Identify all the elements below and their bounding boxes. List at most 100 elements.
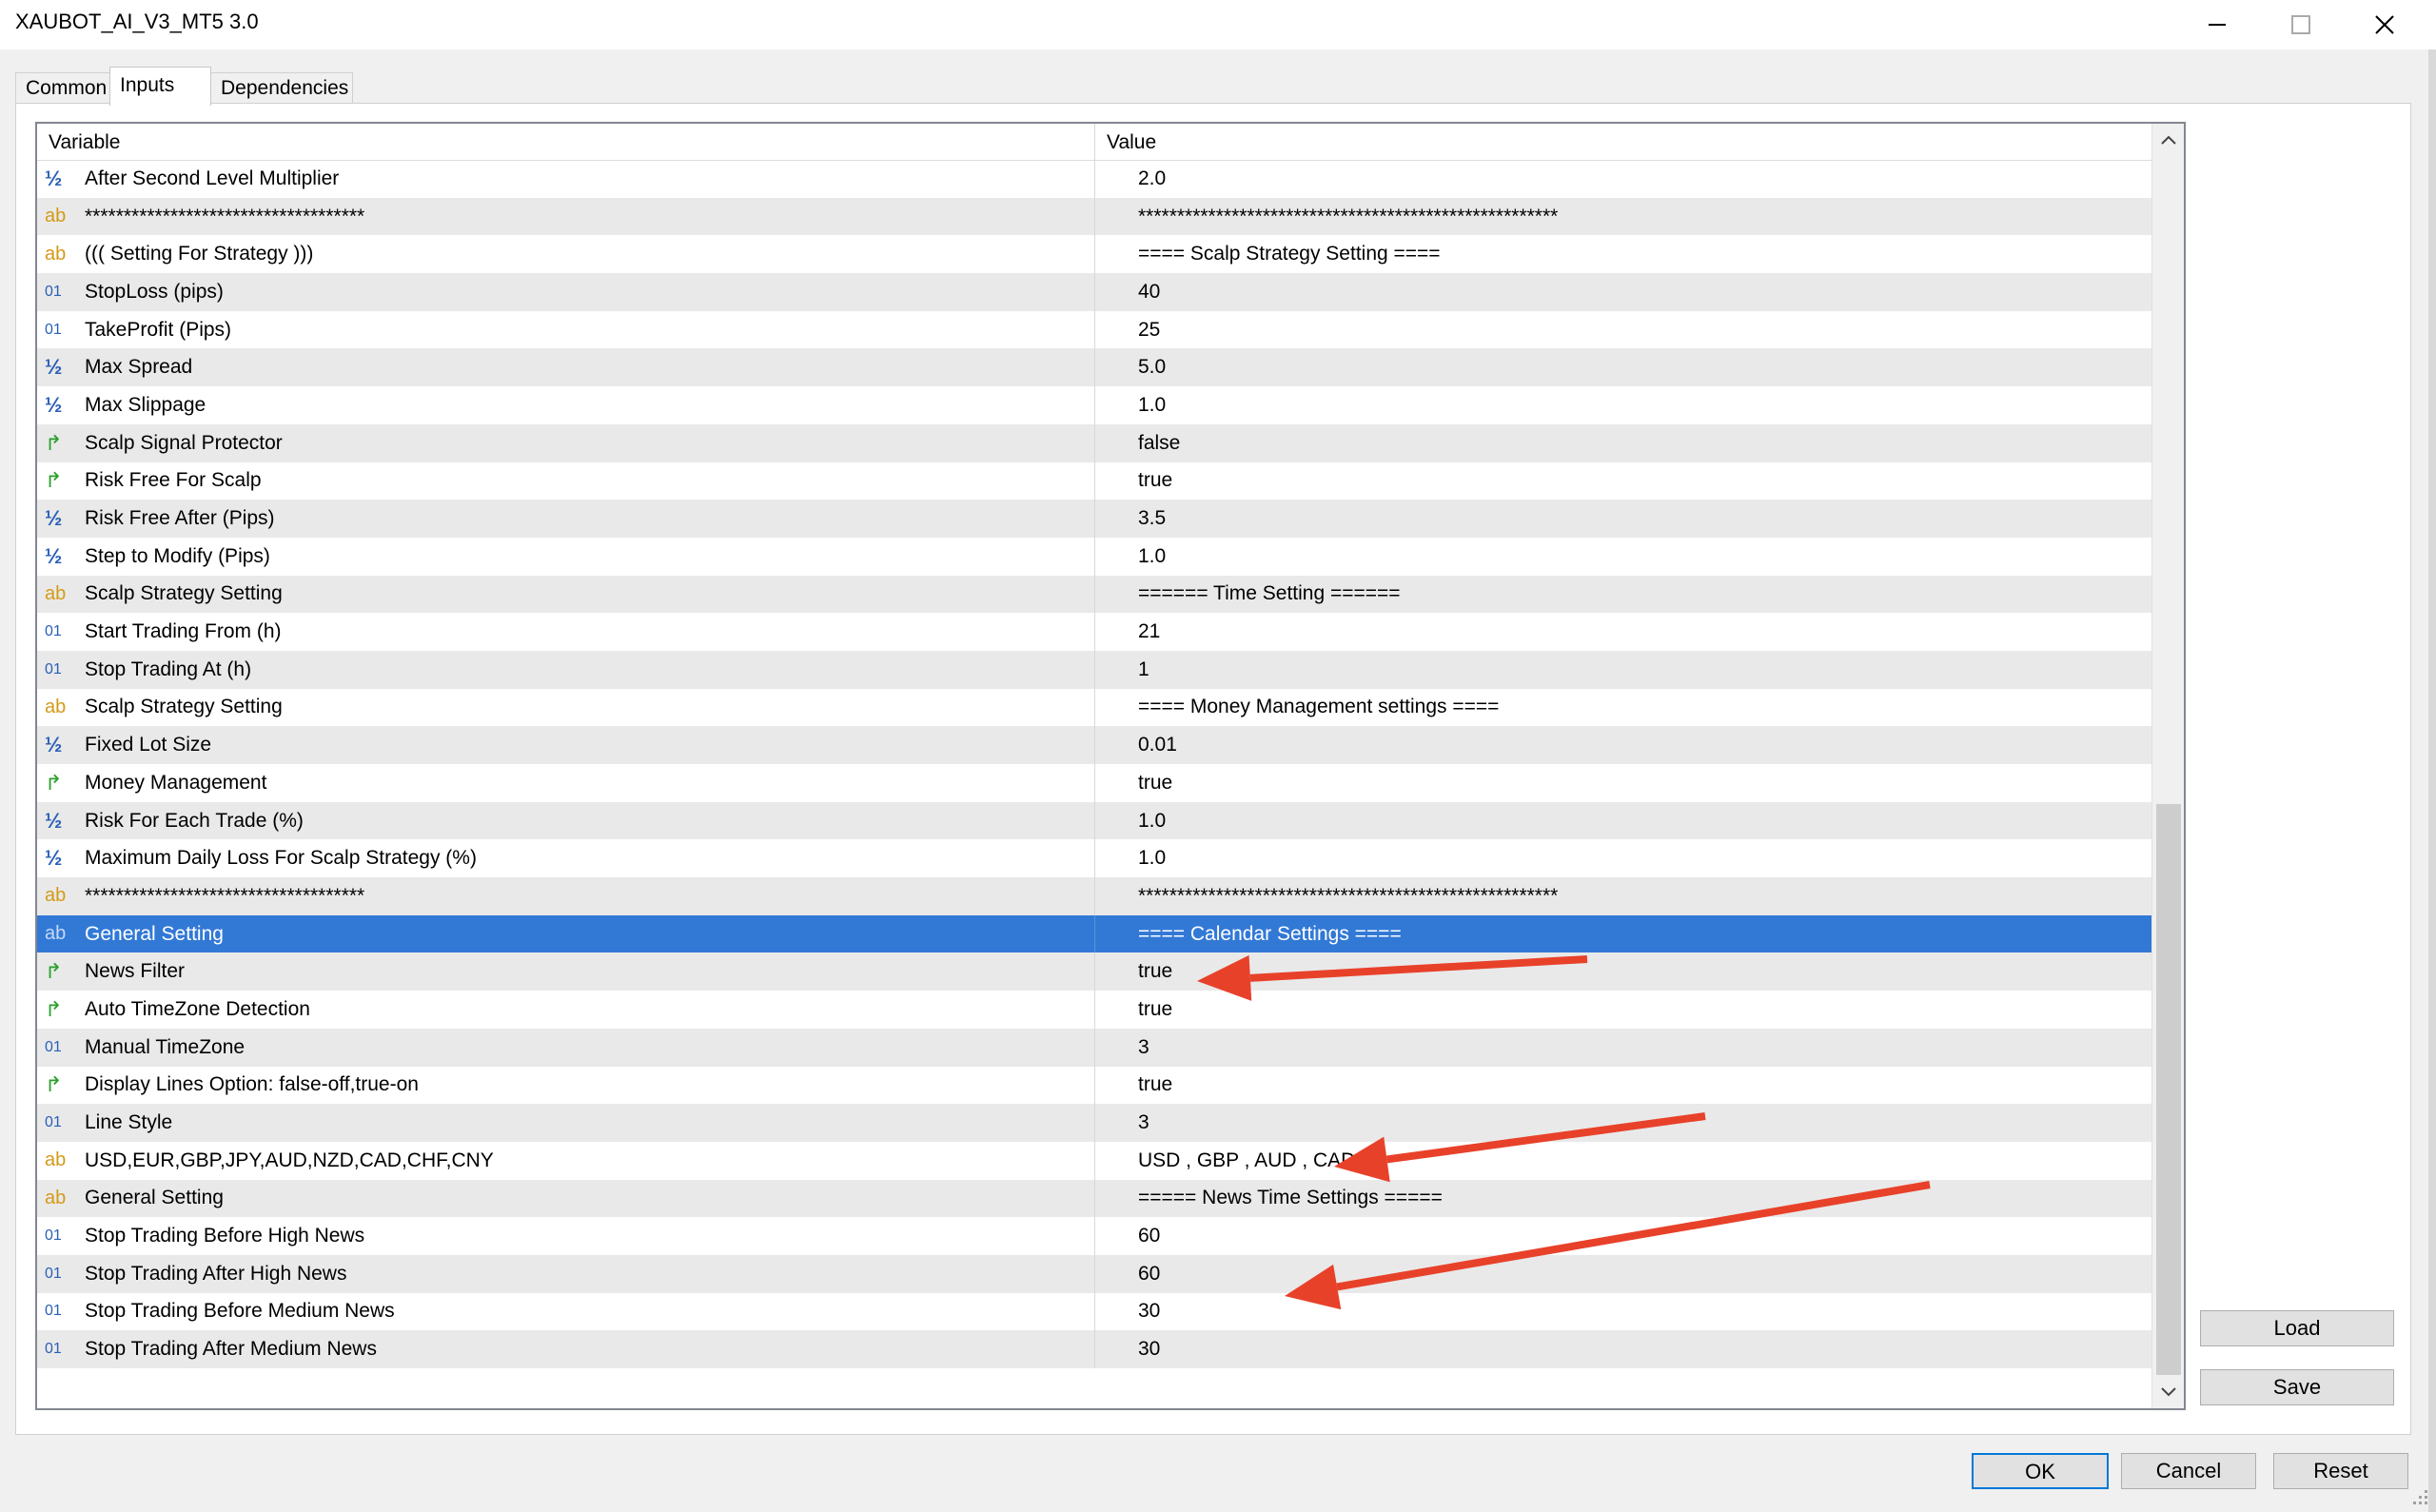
table-row[interactable]: 01 TakeProfit (Pips) 25 (37, 310, 2151, 349)
close-button[interactable] (2343, 0, 2426, 49)
table-row[interactable]: ab USD,EUR,GBP,JPY,AUD,NZD,CAD,CHF,CNY USD… (37, 1141, 2151, 1180)
string-type-icon: ab (45, 1187, 67, 1208)
value-cell[interactable]: 1.0 (1094, 386, 2151, 424)
value-cell[interactable]: ===== News Time Settings ===== (1094, 1179, 2151, 1218)
value-cell[interactable]: 2.0 (1094, 160, 2151, 198)
table-row[interactable]: 01 Line Style 3 (37, 1104, 2151, 1142)
value-cell[interactable]: ==== Money Management settings ==== (1094, 688, 2151, 727)
value-cell[interactable]: ==== Scalp Strategy Setting ==== (1094, 235, 2151, 274)
value-cell[interactable]: 30 (1094, 1292, 2151, 1331)
tab-dependencies[interactable]: Dependencies (210, 72, 353, 105)
close-icon (2375, 15, 2394, 34)
boolean-type-icon: ↱ (45, 959, 63, 984)
table-row[interactable]: ab ************************************ **… (37, 197, 2151, 236)
table-row[interactable]: ½ After Second Level Multiplier 2.0 (37, 160, 2151, 198)
table-row[interactable]: ↱ Display Lines Option: false-off,true-on… (37, 1066, 2151, 1105)
integer-type-icon: 01 (45, 321, 62, 338)
maximize-button[interactable] (2259, 0, 2343, 49)
table-row[interactable]: ½ Max Slippage 1.0 (37, 386, 2151, 424)
table-row[interactable]: 01 Stop Trading After High News 60 (37, 1254, 2151, 1293)
minimize-button[interactable] (2175, 0, 2259, 49)
value-cell[interactable]: USD , GBP , AUD , CAD (1094, 1141, 2151, 1180)
value-cell[interactable]: 1.0 (1094, 839, 2151, 878)
table-row[interactable]: ½ Risk Free After (Pips) 3.5 (37, 500, 2151, 538)
variable-cell: ½ Fixed Lot Size (37, 726, 1094, 764)
table-row[interactable]: 01 StopLoss (pips) 40 (37, 273, 2151, 311)
integer-type-icon: 01 (45, 660, 62, 677)
table-row[interactable]: 01 Stop Trading Before High News 60 (37, 1217, 2151, 1255)
chevron-down-icon (2161, 1387, 2176, 1397)
scroll-down-button[interactable] (2152, 1376, 2184, 1408)
value-cell[interactable]: 5.0 (1094, 348, 2151, 387)
table-row[interactable]: 01 Manual TimeZone 3 (37, 1028, 2151, 1067)
value-cell[interactable]: 3 (1094, 1104, 2151, 1142)
table-row[interactable]: ab General Setting ===== News Time Setting… (37, 1179, 2151, 1218)
ok-button[interactable]: OK (1972, 1453, 2109, 1489)
table-row[interactable]: ↱ Auto TimeZone Detection true (37, 991, 2151, 1029)
table-row[interactable]: ab ************************************ **… (37, 877, 2151, 915)
reset-button[interactable]: Reset (2273, 1453, 2408, 1489)
value-cell[interactable]: false (1094, 423, 2151, 462)
table-row[interactable]: ½ Step to Modify (Pips) 1.0 (37, 537, 2151, 576)
variable-name: After Second Level Multiplier (85, 167, 340, 189)
table-row[interactable]: ab ((( Setting For Strategy ))) ==== Scalp… (37, 235, 2151, 274)
value-cell[interactable]: 21 (1094, 613, 2151, 651)
value-cell[interactable]: true (1094, 461, 2151, 501)
column-header-value[interactable]: Value (1094, 124, 2151, 160)
value-cell[interactable]: 40 (1094, 273, 2151, 311)
table-row[interactable]: ½ Fixed Lot Size 0.01 (37, 726, 2151, 764)
value-cell[interactable]: 0.01 (1094, 726, 2151, 764)
value-cell[interactable]: 1.0 (1094, 801, 2151, 840)
value-cell[interactable]: 1 (1094, 650, 2151, 689)
value-cell[interactable]: true (1094, 1066, 2151, 1105)
value-cell[interactable]: true (1094, 991, 2151, 1029)
table-row[interactable]: 01 Stop Trading Before Medium News 30 (37, 1292, 2151, 1331)
value-cell[interactable]: 3 (1094, 1028, 2151, 1067)
table-row[interactable]: ↱ Risk Free For Scalp true (37, 461, 2151, 501)
string-type-icon: ab (45, 243, 67, 265)
value-cell[interactable]: ****************************************… (1094, 197, 2151, 236)
variable-name: Scalp Signal Protector (85, 431, 283, 454)
value-cell[interactable]: 1.0 (1094, 537, 2151, 576)
value-cell[interactable]: 3.5 (1094, 500, 2151, 538)
load-button[interactable]: Load (2200, 1310, 2394, 1346)
save-button[interactable]: Save (2200, 1369, 2394, 1405)
value-cell[interactable]: 60 (1094, 1217, 2151, 1255)
table-row[interactable]: ab Scalp Strategy Setting ==== Money Manag… (37, 688, 2151, 727)
boolean-type-icon: ↱ (45, 996, 63, 1021)
variable-cell: ab ************************************ (37, 877, 1094, 915)
scrollbar-thumb[interactable] (2156, 804, 2181, 1375)
value-cell[interactable]: 25 (1094, 310, 2151, 349)
value-cell[interactable]: ====== Time Setting ====== (1094, 575, 2151, 614)
tab-inputs[interactable]: Inputs (109, 67, 211, 106)
tab-common[interactable]: Common (15, 72, 110, 105)
cancel-button[interactable]: Cancel (2121, 1453, 2256, 1489)
resize-grip-icon[interactable] (2409, 1486, 2430, 1507)
table-body: ½ After Second Level Multiplier 2.0 ab *****… (37, 160, 2151, 1368)
table-row[interactable]: ↱ Scalp Signal Protector false (37, 423, 2151, 462)
variable-name: Risk Free For Scalp (85, 469, 262, 492)
table-row[interactable]: 01 Stop Trading At (h) 1 (37, 650, 2151, 689)
variable-name: Risk Free After (Pips) (85, 507, 275, 530)
value-cell[interactable]: 60 (1094, 1254, 2151, 1293)
value-cell[interactable]: true (1094, 952, 2151, 992)
table-row[interactable]: ab General Setting ==== Calendar Settings … (37, 914, 2151, 953)
value-cell[interactable]: ==== Calendar Settings ==== (1094, 914, 2151, 953)
table-row[interactable]: ab Scalp Strategy Setting ====== Time Sett… (37, 575, 2151, 614)
table-row[interactable]: ↱ News Filter true (37, 952, 2151, 992)
table-row[interactable]: ½ Risk For Each Trade (%) 1.0 (37, 801, 2151, 840)
scroll-up-button[interactable] (2152, 124, 2184, 156)
table-row[interactable]: ½ Max Spread 5.0 (37, 348, 2151, 387)
variable-name: Stop Trading After High News (85, 1262, 347, 1285)
table-row[interactable]: 01 Stop Trading After Medium News 30 (37, 1330, 2151, 1368)
table-row[interactable]: ↱ Money Management true (37, 764, 2151, 802)
column-header-variable[interactable]: Variable (37, 124, 1094, 160)
variable-name: Money Management (85, 771, 267, 794)
value-cell[interactable]: ****************************************… (1094, 877, 2151, 915)
vertical-scrollbar[interactable] (2151, 124, 2184, 1408)
variable-name: Risk For Each Trade (%) (85, 809, 304, 832)
table-row[interactable]: ½ Maximum Daily Loss For Scalp Strategy (… (37, 839, 2151, 878)
value-cell[interactable]: 30 (1094, 1330, 2151, 1368)
table-row[interactable]: 01 Start Trading From (h) 21 (37, 613, 2151, 651)
value-cell[interactable]: true (1094, 764, 2151, 802)
